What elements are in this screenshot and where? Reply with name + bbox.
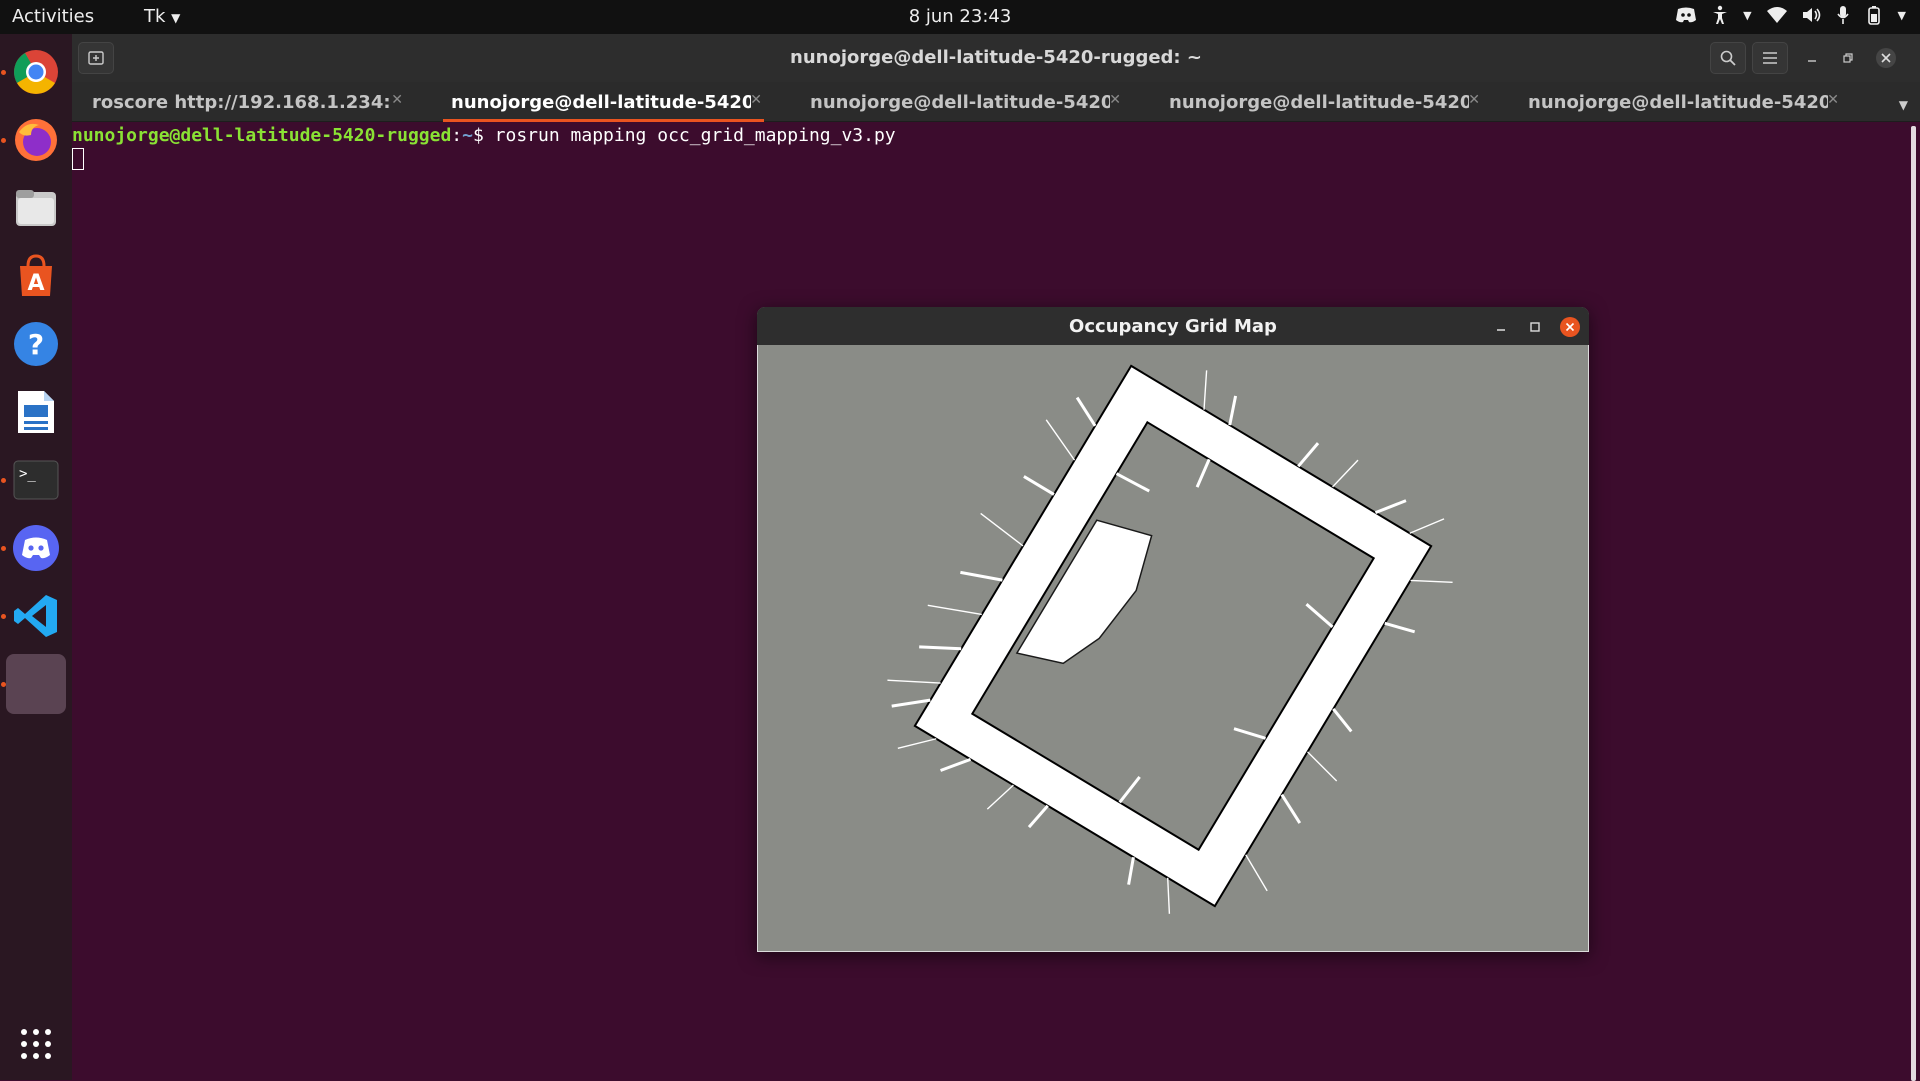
tab-label: nunojorge@dell-latitude-5420-r... xyxy=(451,91,751,113)
volume-icon[interactable] xyxy=(1802,6,1822,24)
accessibility-icon[interactable] xyxy=(1711,5,1729,25)
vscode-icon xyxy=(14,595,57,637)
tab-label: nunojorge@dell-latitude-5420-r... xyxy=(810,91,1110,113)
dock-item-chrome[interactable] xyxy=(6,42,66,102)
wifi-icon[interactable] xyxy=(1766,6,1788,24)
close-icon[interactable]: ✕ xyxy=(1468,92,1480,108)
chevron-down-icon: ▼ xyxy=(1898,98,1908,112)
prompt-path: ~ xyxy=(462,125,473,146)
dock-item-software[interactable]: A xyxy=(6,246,66,306)
grid-icon xyxy=(21,1029,51,1059)
discord-icon xyxy=(13,525,59,571)
files-icon xyxy=(16,190,56,226)
tab-terminal-2[interactable]: nunojorge@dell-latitude-5420-r... ✕ xyxy=(431,82,788,122)
map-free-space xyxy=(913,364,1433,908)
new-tab-icon xyxy=(88,51,104,65)
command-text: rosrun mapping occ_grid_mapping_v3.py xyxy=(494,125,896,146)
restore-button[interactable] xyxy=(1830,42,1866,74)
chevron-down-icon[interactable]: ▼ xyxy=(1743,9,1751,22)
dock-item-writer[interactable] xyxy=(6,382,66,442)
discord-tray-icon[interactable] xyxy=(1675,6,1697,24)
svg-text:A: A xyxy=(27,271,44,296)
occupancy-window-header[interactable]: Occupancy Grid Map xyxy=(757,307,1589,345)
terminal-icon: >_ xyxy=(13,460,59,500)
dock: A ? >_ xyxy=(0,34,72,1080)
app-menu[interactable]: Tk ▼ xyxy=(144,6,180,27)
minimize-icon xyxy=(1497,329,1505,331)
terminal-title: nunojorge@dell-latitude-5420-rugged: ~ xyxy=(790,47,1202,68)
prompt-separator: : xyxy=(451,125,463,146)
top-bar: Activities Tk ▼ 8 jun 23:43 ▼ ▼ xyxy=(0,0,1920,34)
dock-item-vscode[interactable] xyxy=(6,586,66,646)
running-indicator xyxy=(1,614,6,619)
hamburger-icon xyxy=(1763,52,1777,64)
tab-terminal-4[interactable]: nunojorge@dell-latitude-5420-r... ✕ xyxy=(1149,82,1506,122)
close-button[interactable] xyxy=(1868,42,1904,74)
close-icon[interactable]: ✕ xyxy=(1109,92,1121,108)
terminal-header-bar: nunojorge@dell-latitude-5420-rugged: ~ xyxy=(72,34,1920,82)
firefox-icon xyxy=(15,119,57,161)
search-button[interactable] xyxy=(1710,42,1746,74)
tab-label: nunojorge@dell-latitude-5420-r... xyxy=(1169,91,1469,113)
tab-bar: roscore http://192.168.1.234:113... ✕ nu… xyxy=(72,82,1920,122)
tab-label: roscore http://192.168.1.234:113... xyxy=(92,91,392,113)
microphone-icon[interactable] xyxy=(1836,5,1850,25)
app-menu-label: Tk xyxy=(144,6,166,27)
clock[interactable]: 8 jun 23:43 xyxy=(0,6,1920,27)
battery-icon[interactable] xyxy=(1864,5,1884,25)
tab-roscore[interactable]: roscore http://192.168.1.234:113... ✕ xyxy=(72,82,429,122)
occupancy-grid-window[interactable]: Occupancy Grid Map xyxy=(757,307,1589,952)
terminal-cursor xyxy=(72,148,84,170)
occupancy-window-title: Occupancy Grid Map xyxy=(1069,316,1277,337)
writer-icon xyxy=(18,391,54,433)
close-icon xyxy=(1876,48,1896,68)
dock-item-terminal[interactable]: >_ xyxy=(6,450,66,510)
minimize-button[interactable] xyxy=(1794,42,1830,74)
close-icon[interactable]: ✕ xyxy=(1827,92,1839,108)
occupancy-grid-canvas[interactable] xyxy=(757,345,1589,952)
dock-item-files[interactable] xyxy=(6,178,66,238)
svg-text:>_: >_ xyxy=(19,466,36,482)
tab-label: nunojorge@dell-latitude-5420-r... xyxy=(1528,91,1828,113)
chevron-down-icon: ▼ xyxy=(171,11,181,25)
search-icon xyxy=(1720,50,1736,66)
tab-terminal-3[interactable]: nunojorge@dell-latitude-5420-r... ✕ xyxy=(790,82,1147,122)
running-indicator xyxy=(1,682,6,687)
close-icon[interactable]: ✕ xyxy=(750,92,762,108)
dock-item-discord[interactable] xyxy=(6,518,66,578)
software-icon: A xyxy=(20,254,52,296)
maximize-button[interactable] xyxy=(1525,317,1545,337)
running-indicator xyxy=(1,138,6,143)
maximize-icon xyxy=(1530,322,1540,332)
terminal-scrollbar[interactable] xyxy=(1911,126,1916,1081)
close-button[interactable] xyxy=(1559,316,1581,338)
svg-text:?: ? xyxy=(28,328,44,361)
tab-overflow-button[interactable]: ▼ xyxy=(1899,94,1908,113)
minimize-button[interactable] xyxy=(1491,317,1511,337)
chevron-down-icon[interactable]: ▼ xyxy=(1898,9,1906,22)
dock-item-firefox[interactable] xyxy=(6,110,66,170)
prompt-user: nunojorge@dell-latitude-5420-rugged xyxy=(72,125,452,146)
tab-terminal-5[interactable]: nunojorge@dell-latitude-5420-r... ✕ xyxy=(1508,82,1865,122)
show-applications-button[interactable] xyxy=(6,1014,66,1074)
prompt-dollar: $ xyxy=(472,125,495,146)
close-icon xyxy=(1560,317,1580,337)
new-tab-button[interactable] xyxy=(78,42,114,74)
menu-button[interactable] xyxy=(1752,42,1788,74)
help-icon: ? xyxy=(14,322,58,366)
system-tray[interactable]: ▼ ▼ xyxy=(1675,5,1906,25)
minimize-icon xyxy=(1808,60,1816,62)
running-indicator xyxy=(1,478,6,483)
prompt-line: nunojorge@dell-latitude-5420-rugged:~$ r… xyxy=(72,125,1920,146)
running-indicator xyxy=(1,546,6,551)
occupancy-map-image xyxy=(887,364,1453,914)
close-icon[interactable]: ✕ xyxy=(391,92,403,108)
restore-icon xyxy=(1843,53,1853,63)
chrome-icon xyxy=(14,50,58,94)
activities-button[interactable]: Activities xyxy=(12,6,94,27)
dock-item-tk-window[interactable] xyxy=(6,654,66,714)
running-indicator xyxy=(1,70,6,75)
dock-item-help[interactable]: ? xyxy=(6,314,66,374)
